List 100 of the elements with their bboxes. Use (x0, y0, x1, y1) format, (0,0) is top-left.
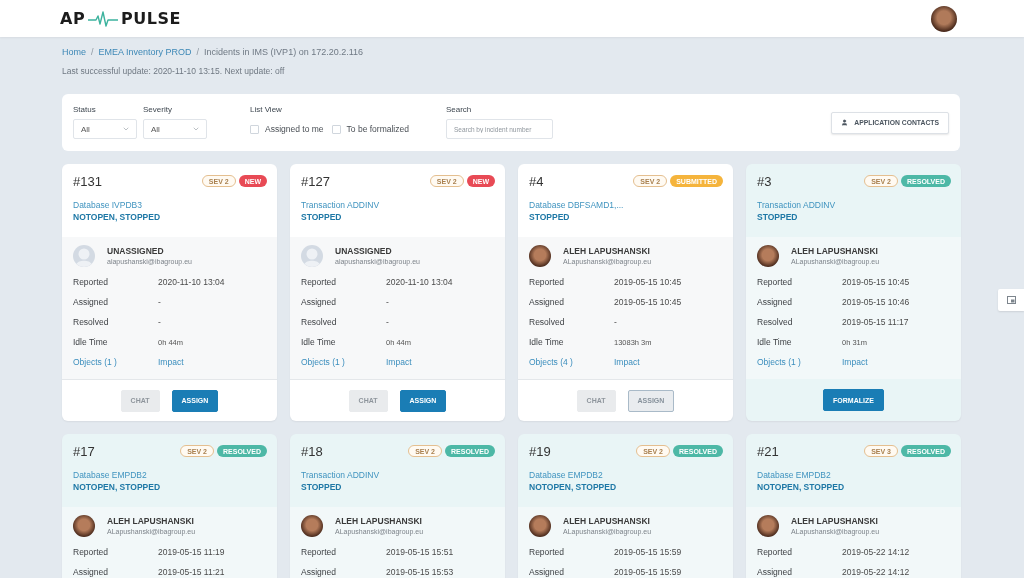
field-value: 2019-05-15 10:45 (614, 277, 682, 287)
impact-link[interactable]: Impact (614, 357, 640, 367)
breadcrumb-current: Incidents in IMS (IVP1) on 172.20.2.116 (204, 47, 364, 58)
field-label: Reported (73, 547, 109, 557)
field-value: 2019-05-15 10:45 (842, 277, 910, 287)
user-avatar[interactable] (931, 5, 957, 32)
field-value: 2019-05-15 15:59 (614, 567, 682, 577)
severity-select[interactable]: All (143, 119, 207, 139)
breadcrumb-separator: / (91, 47, 94, 58)
side-panel-toggle[interactable] (998, 289, 1024, 311)
logo-text: PULSE (121, 9, 181, 28)
incident-object-link[interactable]: Database EMPDB2 (529, 469, 603, 481)
assignee-name: UNASSIGNED (335, 246, 393, 257)
field-value: - (386, 297, 389, 307)
assignee-name: ALEH LAPUSHANSKI (563, 246, 651, 257)
window-icon (1006, 296, 1016, 304)
field-value: 2019-05-15 11:21 (158, 567, 225, 577)
field-label: Reported (73, 277, 109, 287)
field-label: Idle Time (73, 337, 109, 347)
field-label: Resolved (529, 317, 566, 327)
field-label: Reported (757, 277, 793, 287)
incident-state: NOTOPEN, STOPPED (73, 211, 161, 223)
impact-link[interactable]: Impact (386, 357, 412, 367)
field-value: - (386, 317, 389, 327)
field-label: Assigned (301, 297, 337, 307)
assignee-name: ALEH LAPUSHANSKI (335, 516, 423, 527)
field-label: Reported (301, 277, 337, 287)
field-label: Assigned (73, 567, 109, 577)
incident-state: STOPPED (529, 211, 570, 223)
field-label: Assigned (757, 297, 793, 307)
incident-object-link[interactable]: Database DBFSAMD1,... (529, 199, 624, 211)
incident-state: NOTOPEN, STOPPED (757, 481, 845, 493)
field-value: 2019-05-22 14:12 (842, 567, 910, 577)
field-label: Reported (529, 277, 565, 287)
incident-object-link[interactable]: Database EMPDB2 (757, 469, 831, 481)
checkbox[interactable] (250, 124, 259, 134)
incident-state: STOPPED (757, 211, 798, 223)
incident-object-link[interactable]: Transaction ADDINV (301, 199, 380, 211)
breadcrumb-link[interactable]: Home (62, 47, 86, 58)
incident-state: STOPPED (301, 481, 342, 493)
field-label: Reported (529, 547, 565, 557)
field-label: Idle Time (757, 337, 793, 347)
objects-link[interactable]: Objects (1 ) (301, 357, 386, 367)
incident-number: #18 (301, 444, 323, 460)
person-icon (841, 119, 849, 126)
field-label: Idle Time (529, 337, 565, 347)
filter-label: Search (445, 105, 473, 115)
field-label: Idle Time (301, 337, 337, 347)
field-label: Resolved (757, 317, 794, 327)
incident-number: #19 (529, 444, 551, 460)
assignee-name: ALEH LAPUSHANSKI (107, 516, 195, 527)
objects-link[interactable]: Objects (1 ) (73, 357, 158, 367)
impact-link[interactable]: Impact (842, 357, 868, 367)
assignee-name: ALEH LAPUSHANSKI (791, 516, 879, 527)
chevron-down-icon (122, 125, 130, 133)
field-label: Assigned (529, 567, 565, 577)
filter-label: List View (250, 105, 283, 115)
field-label: Resolved (301, 317, 338, 327)
field-value: - (614, 317, 617, 327)
impact-link[interactable]: Impact (158, 357, 184, 367)
breadcrumb-link[interactable]: EMEA Inventory PROD (98, 47, 192, 58)
incident-object-link[interactable]: Transaction ADDINV (757, 199, 836, 211)
field-value: 2019-05-22 14:12 (842, 547, 910, 557)
checkbox-label: Assigned to me (265, 124, 324, 134)
field-value: 2019-05-15 15:59 (614, 547, 682, 557)
chevron-down-icon (192, 125, 200, 133)
incident-number: #127 (301, 174, 330, 190)
incident-number: #17 (73, 444, 95, 460)
field-label: Assigned (757, 567, 793, 577)
status-select[interactable]: All (73, 119, 137, 139)
pulse-wave-icon (88, 10, 119, 27)
filter-label: Status (73, 105, 97, 115)
incident-number: #4 (529, 174, 544, 190)
field-value: 2020-11-10 13:04 (386, 277, 453, 287)
objects-link[interactable]: Objects (4 ) (529, 357, 614, 367)
assignee-name: UNASSIGNED (107, 246, 165, 257)
field-value: 2019-05-15 10:46 (842, 297, 910, 307)
incident-state: NOTOPEN, STOPPED (73, 481, 161, 493)
field-value: - (158, 297, 161, 307)
assignee-name: ALEH LAPUSHANSKI (791, 246, 879, 257)
field-value: - (158, 317, 161, 327)
objects-link[interactable]: Objects (1 ) (757, 357, 842, 367)
incident-state: STOPPED (301, 211, 342, 223)
field-value: 2019-05-15 10:45 (614, 297, 682, 307)
filter-label: Severity (143, 105, 173, 115)
incident-object-link[interactable]: Transaction ADDINV (301, 469, 380, 481)
checkbox-label: To be formalized (346, 124, 409, 134)
incident-object-link[interactable]: Database EMPDB2 (73, 469, 147, 481)
assignee-name: ALEH LAPUSHANSKI (563, 516, 651, 527)
field-value: 2020-11-10 13:04 (158, 277, 225, 287)
logo-text: AP (60, 9, 86, 28)
incident-number: #21 (757, 444, 779, 460)
field-value: 2019-05-15 11:17 (842, 317, 909, 327)
field-label: Reported (757, 547, 793, 557)
checkbox[interactable] (331, 124, 341, 134)
incident-number: #131 (73, 174, 102, 190)
incident-number: #3 (757, 174, 772, 190)
incident-object-link[interactable]: Database IVPDB3 (73, 199, 142, 211)
field-label: Reported (301, 547, 337, 557)
field-value: 2019-05-15 15:51 (386, 547, 454, 557)
